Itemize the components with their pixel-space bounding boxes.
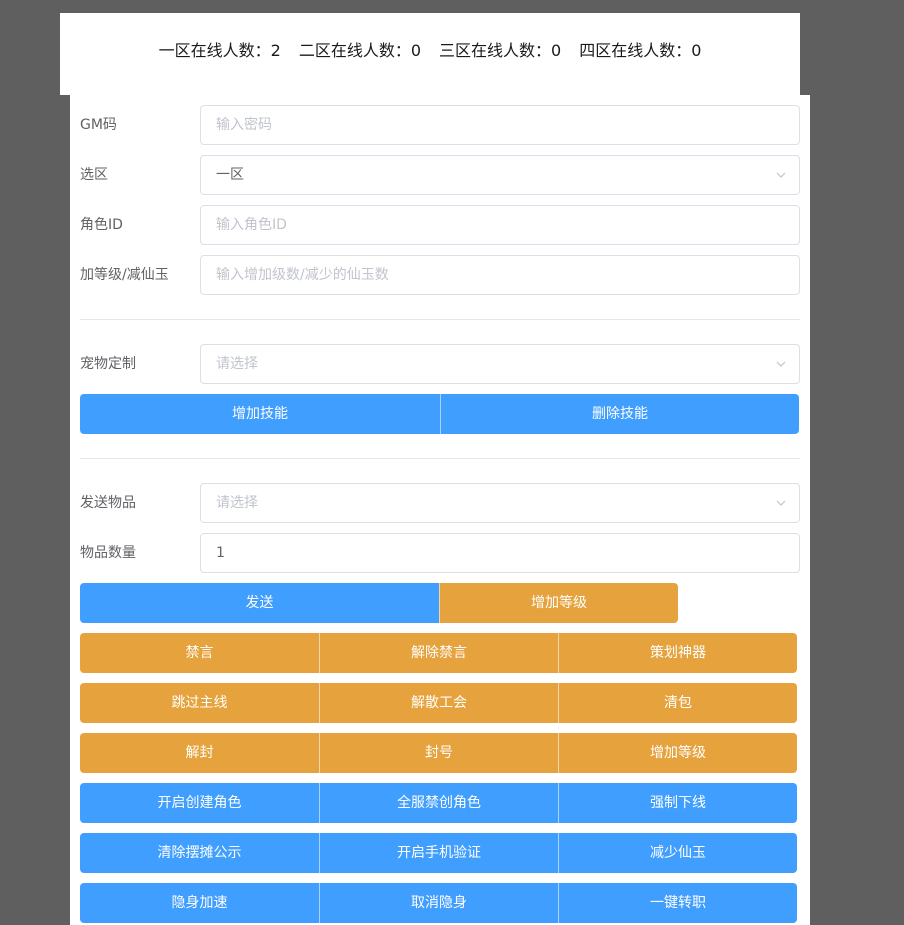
skill-button-group: 增加技能 删除技能 — [80, 394, 799, 434]
item-qty-row: 物品数量 — [80, 533, 800, 573]
zone2-online-count: 二区在线人数：0 — [298, 41, 421, 60]
zone-label: 选区 — [80, 167, 108, 183]
mute-button[interactable]: 禁言 — [80, 633, 319, 673]
role-id-label: 角色ID — [80, 217, 123, 233]
remove-skill-button[interactable]: 删除技能 — [440, 394, 799, 434]
enable-create-role-button[interactable]: 开启创建角色 — [80, 783, 319, 823]
level-jade-label: 加等级/减仙玉 — [80, 267, 169, 283]
zone3-online-count: 三区在线人数：0 — [439, 41, 562, 60]
chevron-down-icon — [776, 500, 786, 506]
item-qty-input[interactable] — [216, 534, 756, 572]
zone-selected-value: 一区 — [216, 167, 244, 183]
role-id-row: 角色ID — [80, 205, 800, 245]
enable-phone-verify-button[interactable]: 开启手机验证 — [319, 833, 558, 873]
account-button-group-2: 跳过主线 解散工会 清包 — [80, 683, 797, 723]
zone-row: 选区 一区 — [80, 155, 800, 195]
zone-select[interactable]: 一区 — [200, 155, 800, 195]
divider — [80, 458, 800, 459]
unban-button[interactable]: 解封 — [80, 733, 319, 773]
send-button-group: 发送 增加等级 — [80, 583, 678, 623]
role-id-input[interactable] — [216, 206, 756, 244]
chevron-down-icon — [776, 172, 786, 178]
gm-code-field[interactable] — [200, 105, 800, 145]
disband-guild-button[interactable]: 解散工会 — [319, 683, 558, 723]
item-qty-field[interactable] — [200, 533, 800, 573]
role-id-field[interactable] — [200, 205, 800, 245]
send-item-placeholder: 请选择 — [216, 495, 258, 511]
force-offline-button[interactable]: 强制下线 — [558, 783, 797, 823]
send-item-label: 发送物品 — [80, 495, 136, 511]
add-level-button[interactable]: 增加等级 — [439, 583, 678, 623]
stealth-speed-button[interactable]: 隐身加速 — [80, 883, 319, 923]
add-skill-button[interactable]: 增加技能 — [80, 394, 440, 434]
server-button-group-3: 隐身加速 取消隐身 一键转职 — [80, 883, 797, 923]
send-button[interactable]: 发送 — [80, 583, 439, 623]
zone4-online-count: 四区在线人数：0 — [579, 41, 702, 60]
clear-bag-button[interactable]: 清包 — [558, 683, 797, 723]
level-jade-row: 加等级/减仙玉 — [80, 255, 800, 295]
online-counts: 一区在线人数：2 二区在线人数：0 三区在线人数：0 四区在线人数：0 — [60, 40, 800, 62]
unmute-button[interactable]: 解除禁言 — [319, 633, 558, 673]
reduce-jade-button[interactable]: 减少仙玉 — [558, 833, 797, 873]
send-item-select[interactable]: 请选择 — [200, 483, 800, 523]
one-click-job-change-button[interactable]: 一键转职 — [558, 883, 797, 923]
cancel-stealth-button[interactable]: 取消隐身 — [319, 883, 558, 923]
server-button-group-2: 清除摆摊公示 开启手机验证 减少仙玉 — [80, 833, 797, 873]
ban-button[interactable]: 封号 — [319, 733, 558, 773]
planner-artifact-button[interactable]: 策划神器 — [558, 633, 797, 673]
account-button-group-1: 禁言 解除禁言 策划神器 — [80, 633, 797, 673]
pet-select-placeholder: 请选择 — [216, 356, 258, 372]
gm-code-input[interactable] — [216, 106, 756, 144]
gm-panel: GM码 选区 一区 角色ID 加等级/减仙玉 宠物定制 请选择 — [70, 95, 810, 925]
divider — [80, 319, 800, 320]
pet-label: 宠物定制 — [80, 356, 136, 372]
gm-code-label: GM码 — [80, 117, 117, 133]
item-qty-label: 物品数量 — [80, 545, 136, 561]
pet-row: 宠物定制 请选择 — [80, 344, 800, 384]
pet-select[interactable]: 请选择 — [200, 344, 800, 384]
zone1-online-count: 一区在线人数：2 — [158, 41, 281, 60]
clear-stall-notice-button[interactable]: 清除摆摊公示 — [80, 833, 319, 873]
account-button-group-3: 解封 封号 增加等级 — [80, 733, 797, 773]
add-level-button-2[interactable]: 增加等级 — [558, 733, 797, 773]
skip-main-quest-button[interactable]: 跳过主线 — [80, 683, 319, 723]
server-button-group-1: 开启创建角色 全服禁创角色 强制下线 — [80, 783, 797, 823]
online-status-card: 一区在线人数：2 二区在线人数：0 三区在线人数：0 四区在线人数：0 — [60, 13, 800, 95]
level-jade-field[interactable] — [200, 255, 800, 295]
send-item-row: 发送物品 请选择 — [80, 483, 800, 523]
chevron-down-icon — [776, 361, 786, 367]
disable-create-role-all-button[interactable]: 全服禁创角色 — [319, 783, 558, 823]
level-jade-input[interactable] — [216, 256, 756, 294]
gm-code-row: GM码 — [80, 105, 800, 145]
